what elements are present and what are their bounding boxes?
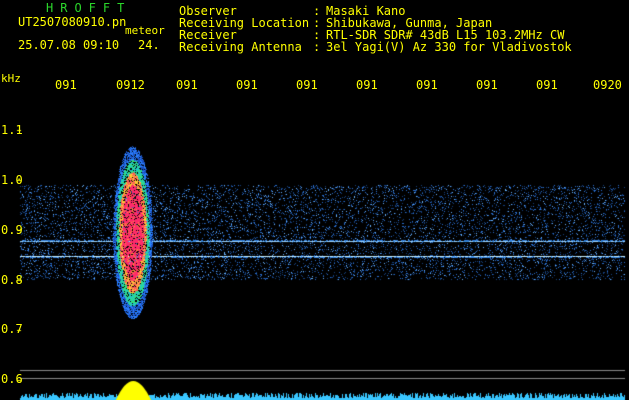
x-tick-label: 091 (296, 78, 318, 92)
x-tick-label: 091 (416, 78, 438, 92)
y-tick-label: 1.0 (1, 173, 23, 187)
y-tick-label: 0.8 (1, 273, 23, 287)
date-time: 25.07.08 09:10 (18, 38, 120, 52)
x-tick-label: 091 (536, 78, 558, 92)
antenna-value: 3el Yagi(V) Az 330 for Vladivostok (326, 40, 572, 54)
y-tick-label: 0.7 (1, 322, 23, 336)
x-tick-label: 0920 (593, 78, 622, 92)
file-name: UT2507080910.pn (18, 15, 127, 29)
antenna-colon: : (313, 40, 321, 54)
x-tick-label: 091 (55, 78, 77, 92)
spectrogram-canvas (0, 0, 629, 400)
y-tick-label: 0.6 (1, 372, 23, 386)
x-tick-label: 091 (356, 78, 378, 92)
y-tick-label: 0.9 (1, 223, 23, 237)
y-unit-label: kHz (1, 72, 21, 85)
meteor-count: 24. (138, 38, 160, 52)
app-title: HROFFT (46, 1, 132, 15)
x-tick-label: 091 (236, 78, 258, 92)
y-tick-label: 1.1 (1, 123, 23, 137)
antenna-label: Receiving Antenna (179, 40, 302, 54)
x-tick-label: 091 (176, 78, 198, 92)
meteor-label: meteor (125, 24, 165, 37)
x-tick-label: 091 (476, 78, 498, 92)
x-tick-label: 0912 (116, 78, 145, 92)
